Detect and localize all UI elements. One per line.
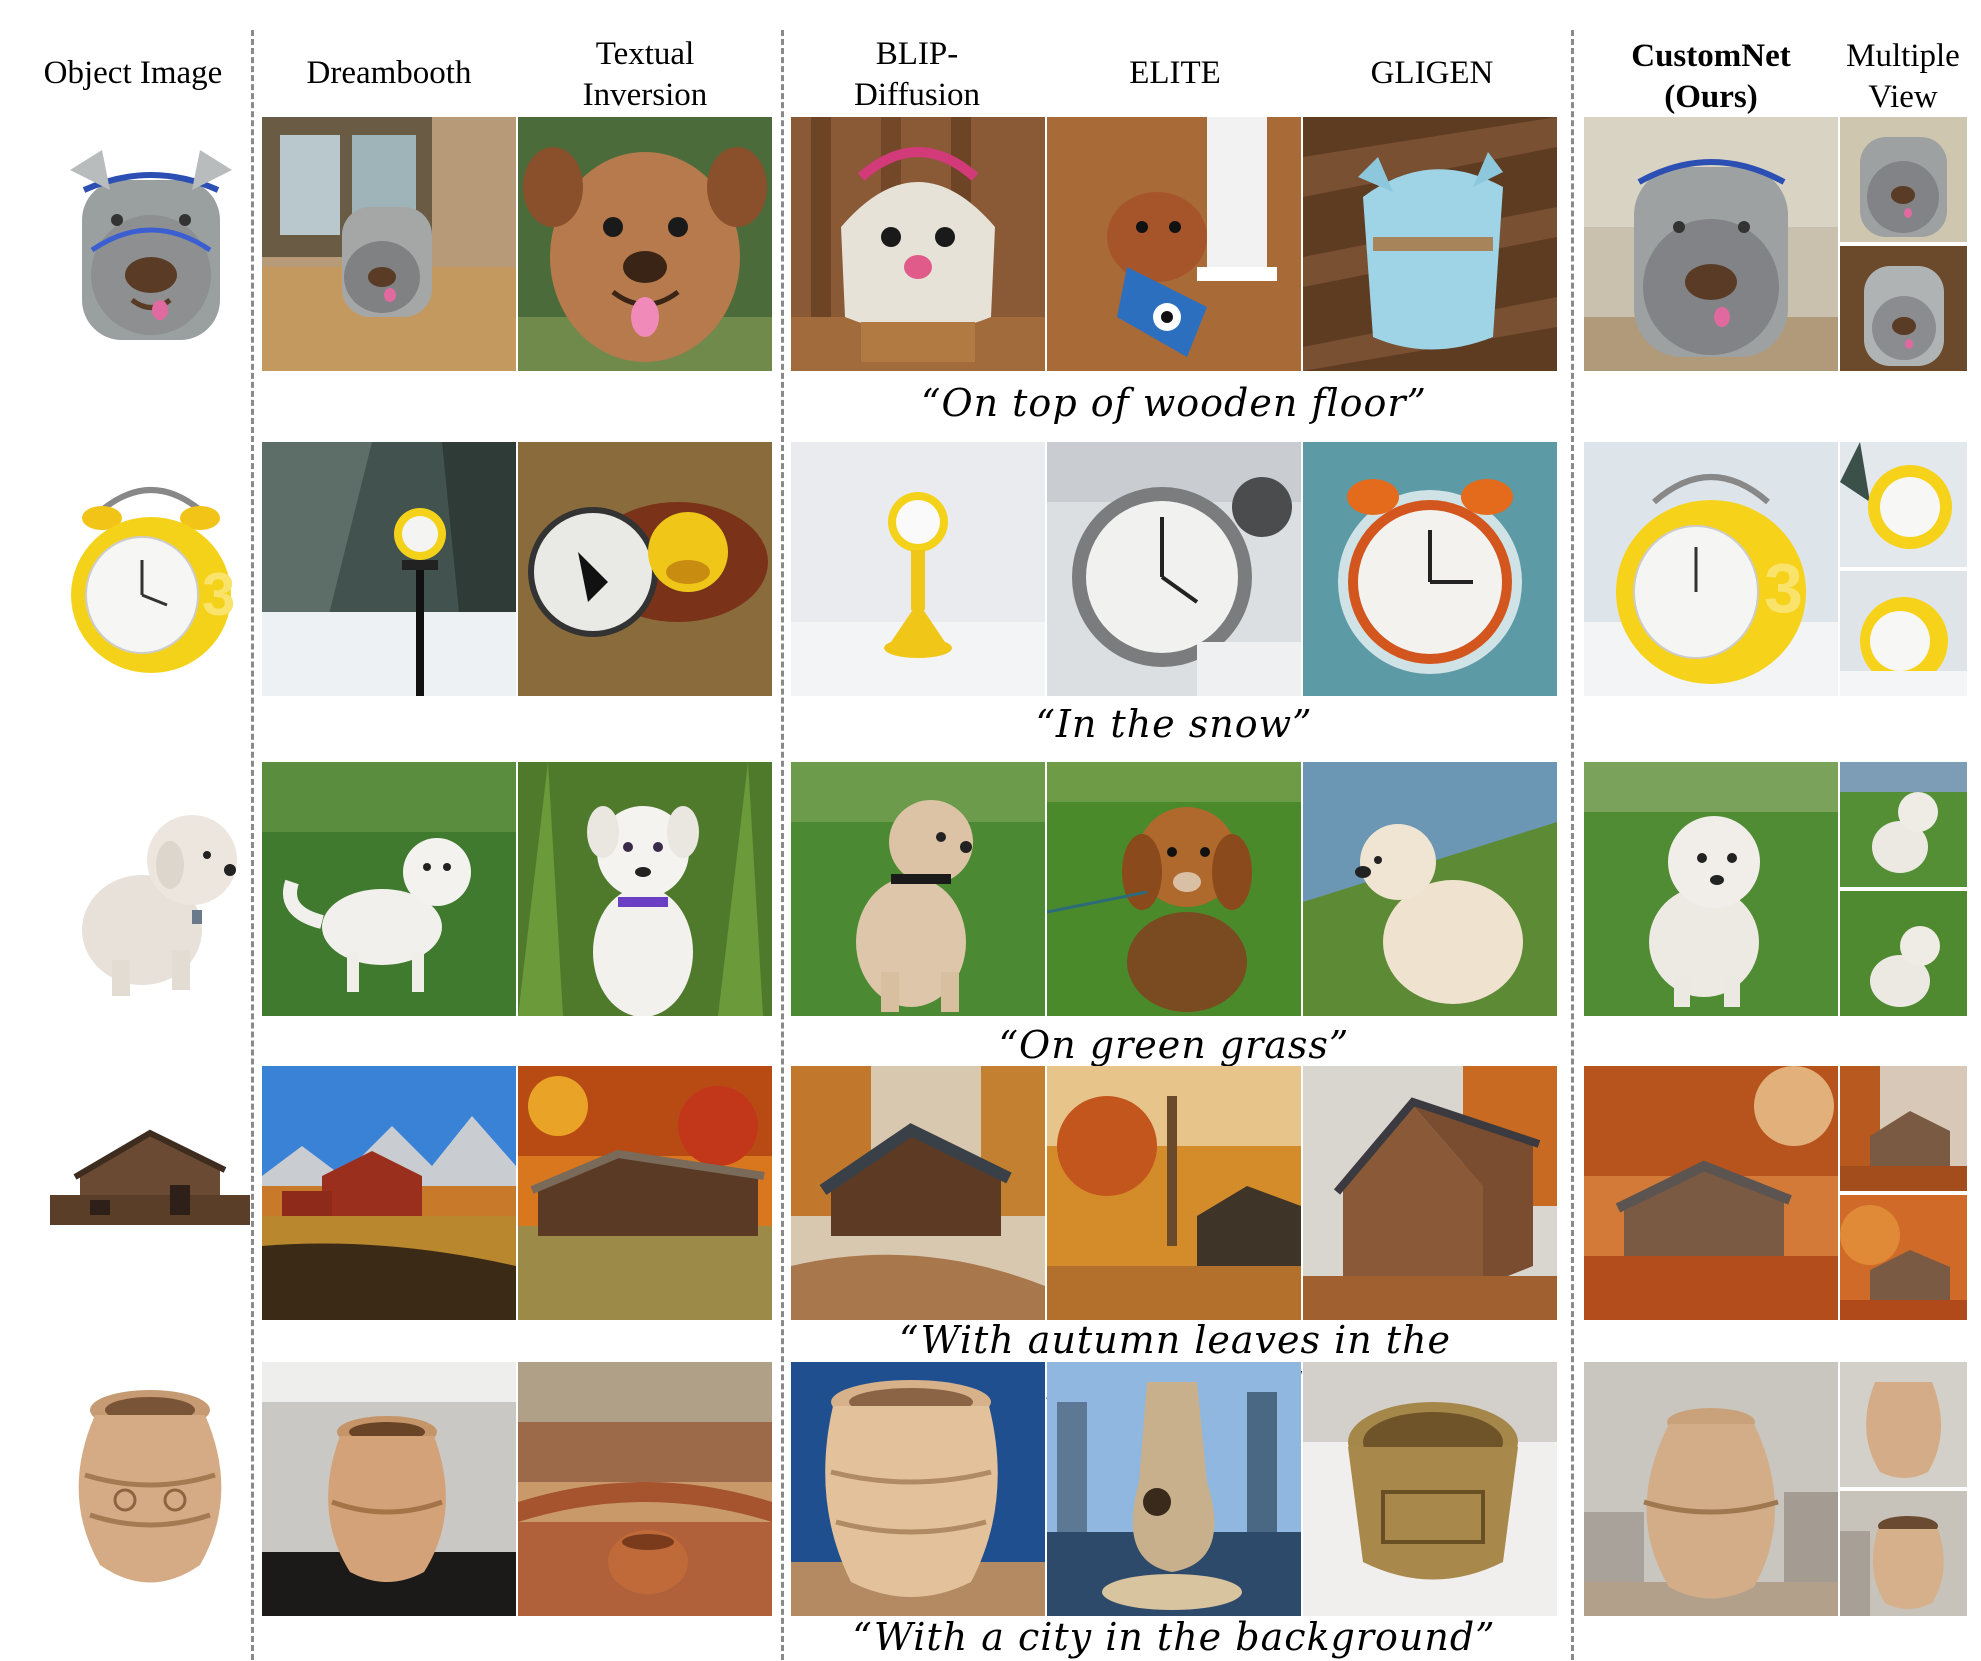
- blip-diffusion-vase: [791, 1362, 1045, 1616]
- gligen-barn: [1303, 1066, 1557, 1320]
- elite-barn: [1047, 1066, 1301, 1320]
- object-image-barn: [50, 1125, 250, 1235]
- textual-inversion-barn: [518, 1066, 772, 1320]
- multiview-barn-1: [1840, 1066, 1967, 1191]
- textual-inversion-dog: [518, 762, 772, 1016]
- dreambooth-dog: [262, 762, 516, 1016]
- header-customnet: CustomNet (Ours): [1631, 38, 1791, 115]
- separator-baselines-a: [781, 30, 784, 1660]
- textual-inversion-vase: [518, 1362, 772, 1616]
- header-dreambooth: Dreambooth: [306, 55, 472, 91]
- dreambooth-backpack: [262, 117, 516, 371]
- multiview-backpack-1: [1840, 117, 1967, 242]
- gligen-vase: [1303, 1362, 1557, 1616]
- object-image-clock: 3: [62, 470, 240, 680]
- object-image-backpack: [62, 140, 240, 350]
- dreambooth-barn: [262, 1066, 516, 1320]
- separator-object: [251, 30, 254, 1660]
- header-multiple-view: Multiple View: [1846, 38, 1960, 115]
- customnet-vase: [1584, 1362, 1838, 1616]
- multiview-dog-2: [1840, 891, 1967, 1016]
- dreambooth-clock: [262, 442, 516, 696]
- header-textual-inversion: Textual Inversion: [582, 36, 708, 113]
- separator-baselines-b: [1571, 30, 1574, 1660]
- header-blip-diffusion: BLIP- Diffusion: [854, 36, 980, 113]
- elite-clock: [1047, 442, 1301, 696]
- dreambooth-vase: [262, 1362, 516, 1616]
- textual-inversion-backpack: [518, 117, 772, 371]
- multiview-vase-1: [1840, 1362, 1967, 1487]
- prompt-row-1: “On top of wooden floor”: [921, 381, 1427, 425]
- header-gligen: GLIGEN: [1370, 55, 1494, 91]
- prompt-row-2: “In the snow”: [1035, 702, 1313, 746]
- svg-text:3: 3: [202, 561, 235, 628]
- blip-diffusion-clock: [791, 442, 1045, 696]
- elite-dog: [1047, 762, 1301, 1016]
- customnet-clock: 3: [1584, 442, 1838, 696]
- multiview-vase-2: [1840, 1491, 1967, 1616]
- gligen-dog: [1303, 762, 1557, 1016]
- customnet-dog: [1584, 762, 1838, 1016]
- object-image-vase: [55, 1385, 245, 1600]
- gligen-backpack: [1303, 117, 1557, 371]
- multiview-clock-2: [1840, 571, 1967, 696]
- multiview-barn-2: [1840, 1195, 1967, 1320]
- prompt-row-3: “On green grass”: [998, 1023, 1350, 1067]
- header-object-image: Object Image: [43, 55, 223, 91]
- elite-backpack: [1047, 117, 1301, 371]
- header-elite: ELITE: [1129, 55, 1221, 91]
- multiview-backpack-2: [1840, 246, 1967, 371]
- svg-text:3: 3: [1764, 549, 1803, 627]
- blip-diffusion-barn: [791, 1066, 1045, 1320]
- multiview-dog-1: [1840, 762, 1967, 887]
- prompt-row-5: “With a city in the background”: [852, 1615, 1496, 1659]
- customnet-barn: [1584, 1066, 1838, 1320]
- blip-diffusion-backpack: [791, 117, 1045, 371]
- blip-diffusion-dog: [791, 762, 1045, 1016]
- textual-inversion-clock: [518, 442, 772, 696]
- object-image-dog: [52, 790, 247, 1000]
- elite-vase: [1047, 1362, 1301, 1616]
- customnet-backpack: [1584, 117, 1838, 371]
- multiview-clock-1: [1840, 442, 1967, 567]
- gligen-clock: [1303, 442, 1557, 696]
